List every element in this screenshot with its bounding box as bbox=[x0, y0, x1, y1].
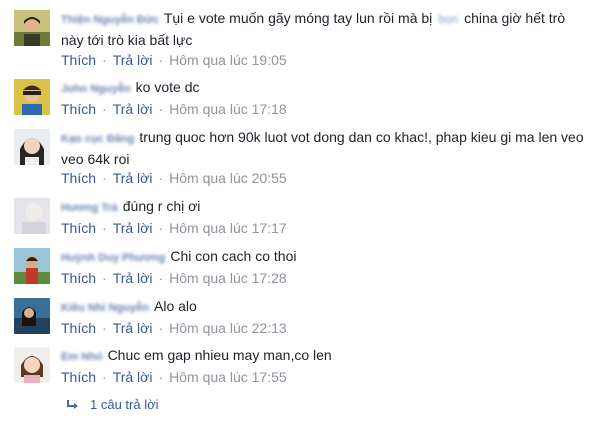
avatar[interactable] bbox=[14, 10, 50, 46]
avatar[interactable] bbox=[14, 198, 50, 234]
like-link[interactable]: Thích bbox=[61, 101, 96, 117]
comment-text: đúng r chị ơi bbox=[122, 198, 201, 214]
timestamp[interactable]: Hôm qua lúc 17:17 bbox=[169, 220, 287, 236]
avatar[interactable] bbox=[14, 79, 50, 115]
reply-link[interactable]: Trả lời bbox=[113, 369, 153, 385]
view-replies-link[interactable]: 1 câu trả lời bbox=[66, 397, 159, 412]
comment-body: John Nguyễn ko vote dc bbox=[61, 77, 591, 99]
separator: · bbox=[158, 52, 164, 68]
avatar[interactable] bbox=[14, 347, 50, 383]
comment-actions: Thích · Trả lời · Hôm qua lúc 17:55 bbox=[61, 368, 287, 386]
blurred-word: bọn bbox=[438, 12, 459, 26]
replies-count-label[interactable]: 1 câu trả lời bbox=[90, 397, 159, 412]
separator: · bbox=[158, 369, 164, 385]
comment-body: Hương Trà đúng r chị ơi bbox=[61, 196, 591, 218]
reply-link[interactable]: Trả lời bbox=[113, 170, 153, 186]
like-link[interactable]: Thích bbox=[61, 170, 96, 186]
separator: · bbox=[102, 220, 107, 236]
timestamp[interactable]: Hôm qua lúc 19:05 bbox=[169, 52, 287, 68]
avatar[interactable] bbox=[14, 129, 50, 165]
comment-text: Chuc em gap nhieu may man,co len bbox=[107, 347, 332, 363]
author-name[interactable]: Thiện Nguyễn Đức bbox=[61, 10, 159, 30]
comment-text: ko vote dc bbox=[135, 79, 200, 95]
comment-body: Em Nhỏ Chuc em gap nhieu may man,co len bbox=[61, 345, 591, 367]
separator: · bbox=[158, 101, 164, 117]
reply-link[interactable]: Trả lời bbox=[113, 101, 153, 117]
separator: · bbox=[102, 320, 107, 336]
timestamp[interactable]: Hôm qua lúc 17:28 bbox=[169, 270, 287, 286]
comment-body: Kạo cục Đăng trung quoc hơn 90k luot vot … bbox=[61, 127, 591, 169]
avatar-photo-icon bbox=[14, 129, 50, 165]
comment-actions: Thích · Trả lời · Hôm qua lúc 22:13 bbox=[61, 319, 287, 337]
author-name[interactable]: Kiều Nhi Nguyễn bbox=[61, 298, 149, 318]
separator: · bbox=[158, 220, 164, 236]
avatar-photo-icon bbox=[14, 248, 50, 284]
reply-link[interactable]: Trả lời bbox=[113, 220, 153, 236]
separator: · bbox=[102, 369, 107, 385]
comment-body: Huỳnh Duy Phương Chi con cach co thoi bbox=[61, 246, 591, 268]
reply-link[interactable]: Trả lời bbox=[113, 320, 153, 336]
reply-link[interactable]: Trả lời bbox=[113, 52, 153, 68]
avatar-photo-icon bbox=[14, 79, 50, 115]
avatar[interactable] bbox=[14, 248, 50, 284]
comment-actions: Thích · Trả lời · Hôm qua lúc 17:18 bbox=[61, 100, 287, 118]
comment-text: Chi con cach co thoi bbox=[170, 248, 297, 264]
timestamp[interactable]: Hôm qua lúc 17:55 bbox=[169, 369, 287, 385]
separator: · bbox=[158, 320, 164, 336]
comment-body: Kiều Nhi Nguyễn Alo alo bbox=[61, 296, 591, 318]
timestamp[interactable]: Hôm qua lúc 22:13 bbox=[169, 320, 287, 336]
comment-body: Thiện Nguyễn Đức Tụi e vote muốn gãy móng… bbox=[61, 8, 591, 50]
avatar-photo-icon bbox=[14, 198, 50, 234]
like-link[interactable]: Thích bbox=[61, 320, 96, 336]
comment-actions: Thích · Trả lời · Hôm qua lúc 20:55 bbox=[61, 169, 287, 187]
timestamp[interactable]: Hôm qua lúc 17:18 bbox=[169, 101, 287, 117]
comment-actions: Thích · Trả lời · Hôm qua lúc 19:05 bbox=[61, 51, 287, 69]
separator: · bbox=[102, 101, 107, 117]
like-link[interactable]: Thích bbox=[61, 52, 96, 68]
author-name[interactable]: Huỳnh Duy Phương bbox=[61, 248, 165, 268]
comment-text: Tụi e vote muốn gãy móng tay lun rồi mà … bbox=[163, 10, 433, 26]
avatar[interactable] bbox=[14, 298, 50, 334]
comment-actions: Thích · Trả lời · Hôm qua lúc 17:17 bbox=[61, 219, 287, 237]
separator: · bbox=[102, 52, 107, 68]
timestamp[interactable]: Hôm qua lúc 20:55 bbox=[169, 170, 287, 186]
comment-thread: Thiện Nguyễn Đức Tụi e vote muốn gãy móng… bbox=[0, 0, 600, 427]
avatar-photo-icon bbox=[14, 298, 50, 334]
comment-actions: Thích · Trả lời · Hôm qua lúc 17:28 bbox=[61, 269, 287, 287]
avatar-photo-icon bbox=[14, 10, 50, 46]
separator: · bbox=[102, 270, 107, 286]
author-name[interactable]: Em Nhỏ bbox=[61, 347, 103, 367]
author-name[interactable]: Hương Trà bbox=[61, 198, 118, 218]
comment-text: trung quoc hơn 90k luot vot dong dan co … bbox=[61, 129, 584, 167]
separator: · bbox=[102, 170, 107, 186]
separator: · bbox=[158, 270, 164, 286]
reply-arrow-icon bbox=[67, 399, 78, 409]
avatar-photo-icon bbox=[14, 347, 50, 383]
comment-text: Alo alo bbox=[154, 298, 197, 314]
separator: · bbox=[158, 170, 164, 186]
author-name[interactable]: John Nguyễn bbox=[61, 79, 131, 99]
like-link[interactable]: Thích bbox=[61, 220, 96, 236]
author-name[interactable]: Kạo cục Đăng bbox=[61, 129, 134, 149]
like-link[interactable]: Thích bbox=[61, 270, 96, 286]
like-link[interactable]: Thích bbox=[61, 369, 96, 385]
reply-link[interactable]: Trả lời bbox=[113, 270, 153, 286]
